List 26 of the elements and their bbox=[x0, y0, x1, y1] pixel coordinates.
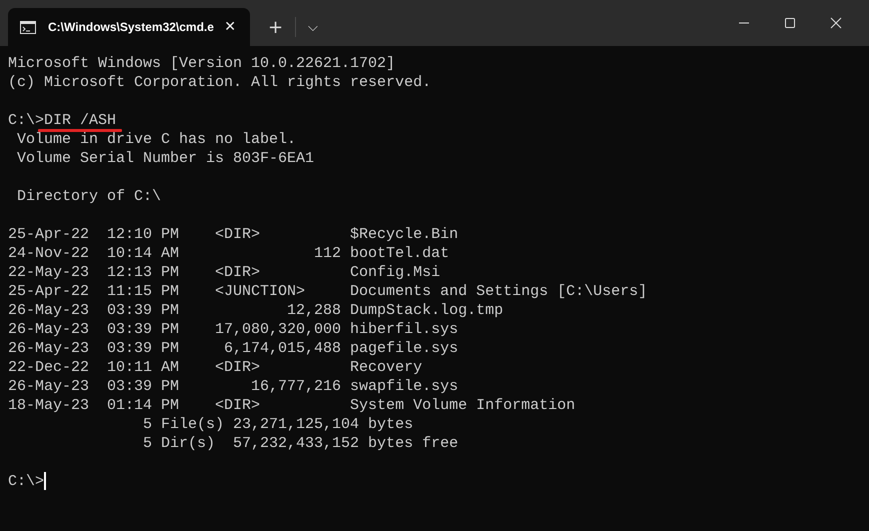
prompt-text: C:\> bbox=[8, 473, 44, 490]
terminal-line: Volume Serial Number is 803F-6EA1 bbox=[16, 149, 316, 168]
dropdown-button[interactable]: ⌵ bbox=[296, 8, 330, 46]
terminal-line: Microsoft Windows [Version 10.0.22621.1702] bbox=[8, 54, 396, 73]
prompt-text: C:\> bbox=[8, 112, 44, 129]
terminal-line: Volume in drive C has no label. bbox=[16, 130, 298, 149]
terminal-line: 22-May-23 12:13 PM <DIR> Config.Msi bbox=[8, 263, 442, 282]
terminal-tab[interactable]: C:\Windows\System32\cmd.e ✕ bbox=[8, 8, 250, 46]
command-text: DIR /ASH bbox=[44, 112, 116, 129]
terminal-line: 18-May-23 01:14 PM <DIR> System Volume Information bbox=[8, 396, 576, 415]
close-tab-button[interactable]: ✕ bbox=[218, 17, 242, 37]
terminal-line: 26-May-23 03:39 PM 12,288 DumpStack.log.tmp bbox=[8, 301, 504, 320]
terminal-line: 22-Dec-22 10:11 AM <DIR> Recovery bbox=[8, 358, 424, 377]
terminal-line: 24-Nov-22 10:14 AM 112 bootTel.dat bbox=[8, 244, 450, 263]
terminal-line: 26-May-23 03:39 PM 6,174,015,488 pagefile.sys bbox=[8, 339, 460, 358]
terminal-line: 26-May-23 03:39 PM 17,080,320,000 hiberfil.sys bbox=[8, 320, 460, 339]
tab-title: C:\Windows\System32\cmd.e bbox=[48, 20, 214, 34]
terminal-icon bbox=[20, 20, 36, 34]
terminal-line: 5 Dir(s) 57,232,433,152 bytes free bbox=[142, 434, 460, 453]
terminal-line: (c) Microsoft Corporation. All rights reserved. bbox=[8, 73, 432, 92]
terminal-line: 5 File(s) 23,271,125,104 bytes bbox=[142, 415, 414, 434]
terminal-line: 26-May-23 03:39 PM 16,777,216 swapfile.sys bbox=[8, 377, 460, 396]
new-tab-button[interactable]: + bbox=[256, 8, 296, 46]
terminal-line: 25-Apr-22 11:15 PM <JUNCTION> Documents and Settings [C:\Users] bbox=[8, 282, 648, 301]
terminal-line: 25-Apr-22 12:10 PM <DIR> $Recycle.Bin bbox=[8, 225, 460, 244]
terminal-line: Directory of C:\ bbox=[16, 187, 162, 206]
